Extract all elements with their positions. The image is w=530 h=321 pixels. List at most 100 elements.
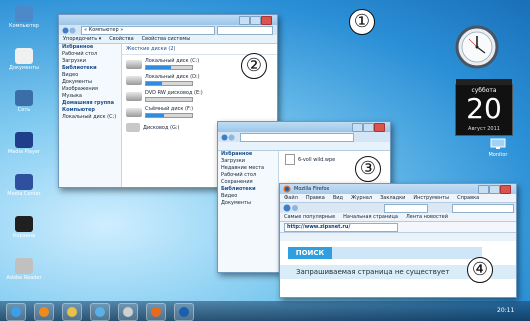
menu-item[interactable]: Вид [333, 195, 343, 201]
monitor-gadget[interactable]: Monitor [478, 138, 518, 158]
media-player-icon [15, 132, 33, 148]
menu-item[interactable]: Справка [457, 195, 479, 201]
taskbar-button[interactable] [6, 303, 26, 321]
minimize-button[interactable] [239, 16, 250, 25]
drive-name: Локальный диск (C:) [145, 58, 200, 64]
browser-menu-bar: Файл Правка Вид Журнал Закладки Инструменты Сп… [280, 194, 516, 203]
nav-item[interactable]: Рабочий стол [218, 172, 278, 179]
desktop-icon-label: Media Player [7, 149, 41, 155]
desktop-icon[interactable]: Компьютер [4, 6, 44, 29]
calendar-gadget[interactable]: суббота 20 Август 2011 [455, 79, 513, 136]
nav-item[interactable]: Музыка [59, 93, 121, 100]
desktop-icon[interactable]: Документы [4, 48, 44, 71]
bookmarks-bar: Самые популярные Начальная страница Лента … [280, 213, 516, 222]
minimize-button[interactable] [352, 123, 363, 132]
drive-item[interactable]: Съёмный диск (F:) [122, 105, 277, 119]
desktop-icon[interactable]: Media Player [4, 132, 44, 155]
libraries-icon [95, 307, 105, 317]
drive-item[interactable]: DVD RW дисковод (E:) [122, 89, 277, 103]
back-forward-icon[interactable] [62, 27, 76, 34]
maximize-button[interactable] [489, 185, 500, 194]
nav-item[interactable]: Домашняя группа [59, 100, 121, 107]
drive-usage-bar [145, 81, 193, 86]
taskbar-clock[interactable]: 20:11 [497, 307, 514, 314]
toolbar-button[interactable]: Свойства системы [142, 36, 190, 42]
url-bar[interactable]: http://www.zipsnet.ru/ [284, 223, 398, 232]
calendar-month-year: Август 2011 [468, 126, 500, 132]
nav-item[interactable]: Избранное [218, 151, 278, 158]
close-button[interactable] [261, 16, 272, 25]
desktop-icon[interactable]: Media Center [4, 174, 44, 197]
firefox-icon [179, 307, 189, 317]
nav-item[interactable]: Видео [218, 193, 278, 200]
maximize-button[interactable] [250, 16, 261, 25]
minimize-button[interactable] [478, 185, 489, 194]
desktop-icon[interactable]: Сеть [4, 90, 44, 113]
nav-item[interactable]: Библиотеки [59, 65, 121, 72]
nav-item[interactable]: Изображения [59, 86, 121, 93]
explorer-toolbar: Упорядочить ▾ Свойства Свойства системы [59, 35, 277, 44]
media-center-icon [15, 174, 33, 190]
desktop-icon[interactable]: Adobe Reader [4, 258, 44, 281]
taskbar-button[interactable] [118, 303, 138, 321]
browser-search-input[interactable] [452, 204, 514, 213]
nav-item[interactable]: Библиотеки [218, 186, 278, 193]
bookmark-item[interactable]: Самые популярные [284, 214, 335, 220]
menu-item[interactable]: Правка [306, 195, 325, 201]
explorer-address-bar[interactable]: « Компьютер » [81, 26, 215, 35]
menu-item[interactable]: Закладки [380, 195, 405, 201]
nav-item[interactable]: Недавние места [218, 165, 278, 172]
taskbar-button[interactable] [34, 303, 54, 321]
nav-item[interactable]: Локальный диск (C:) [59, 114, 121, 121]
browser-titlebar[interactable]: Mozilla Firefox [280, 184, 516, 194]
toolbar-button[interactable]: Упорядочить ▾ [63, 36, 101, 42]
taskbar-button[interactable] [174, 303, 194, 321]
menu-item[interactable]: Журнал [351, 195, 372, 201]
nav-item[interactable]: Документы [59, 79, 121, 86]
hard-drive-icon [126, 91, 142, 101]
desktop-icon-label: Media Center [7, 191, 41, 197]
toolbar-button[interactable]: Свойства [109, 36, 133, 42]
nav-item[interactable]: Сохранения [218, 179, 278, 186]
nav-item[interactable]: Документы [218, 200, 278, 207]
taskbar-button[interactable] [62, 303, 82, 321]
maximize-button[interactable] [363, 123, 374, 132]
hard-drive-icon [126, 107, 142, 117]
menu-item[interactable]: Файл [284, 195, 298, 201]
marker-2: ② [241, 53, 267, 79]
folder-address-bar[interactable] [240, 133, 354, 142]
nav-item[interactable]: Видео [59, 72, 121, 79]
folder-titlebar[interactable] [218, 122, 390, 132]
close-button[interactable] [374, 123, 385, 132]
search-button[interactable]: ПОИСК [288, 247, 332, 259]
nav-item[interactable]: Загрузки [59, 58, 121, 65]
taskbar-button[interactable] [90, 303, 110, 321]
back-forward-icon[interactable] [221, 134, 235, 141]
nav-item[interactable]: Загрузки [218, 158, 278, 165]
calendar-rings [456, 79, 512, 85]
folder-toolbar [218, 142, 390, 151]
explorer-icon [67, 307, 77, 317]
error-text: Запрашиваемая страница не существует [296, 268, 450, 276]
explorer-titlebar[interactable] [59, 15, 277, 25]
drive-info: DVD RW дисковод (E:) [145, 90, 203, 102]
search-field[interactable] [332, 247, 482, 259]
bookmark-item[interactable]: Лента новостей [406, 214, 448, 220]
browser-nav-input[interactable] [384, 204, 428, 213]
desktop-icon[interactable]: Корзина [4, 216, 44, 239]
explorer-search-input[interactable] [217, 26, 273, 35]
nav-item[interactable]: Избранное [59, 44, 121, 51]
drive-usage-bar [145, 65, 193, 70]
mail-icon [123, 307, 133, 317]
clock-gadget[interactable] [455, 25, 499, 69]
nav-item[interactable]: Компьютер [59, 107, 121, 114]
menu-item[interactable]: Инструменты [413, 195, 449, 201]
nav-item[interactable]: Рабочий стол [59, 51, 121, 58]
taskbar-button[interactable] [146, 303, 166, 321]
bookmark-item[interactable]: Начальная страница [343, 214, 398, 220]
start-icon [11, 307, 21, 317]
close-button[interactable] [500, 185, 511, 194]
explorer-address-row: « Компьютер » [59, 25, 277, 35]
drive-name: Съёмный диск (F:) [145, 106, 194, 112]
back-forward-icon[interactable] [283, 204, 299, 212]
